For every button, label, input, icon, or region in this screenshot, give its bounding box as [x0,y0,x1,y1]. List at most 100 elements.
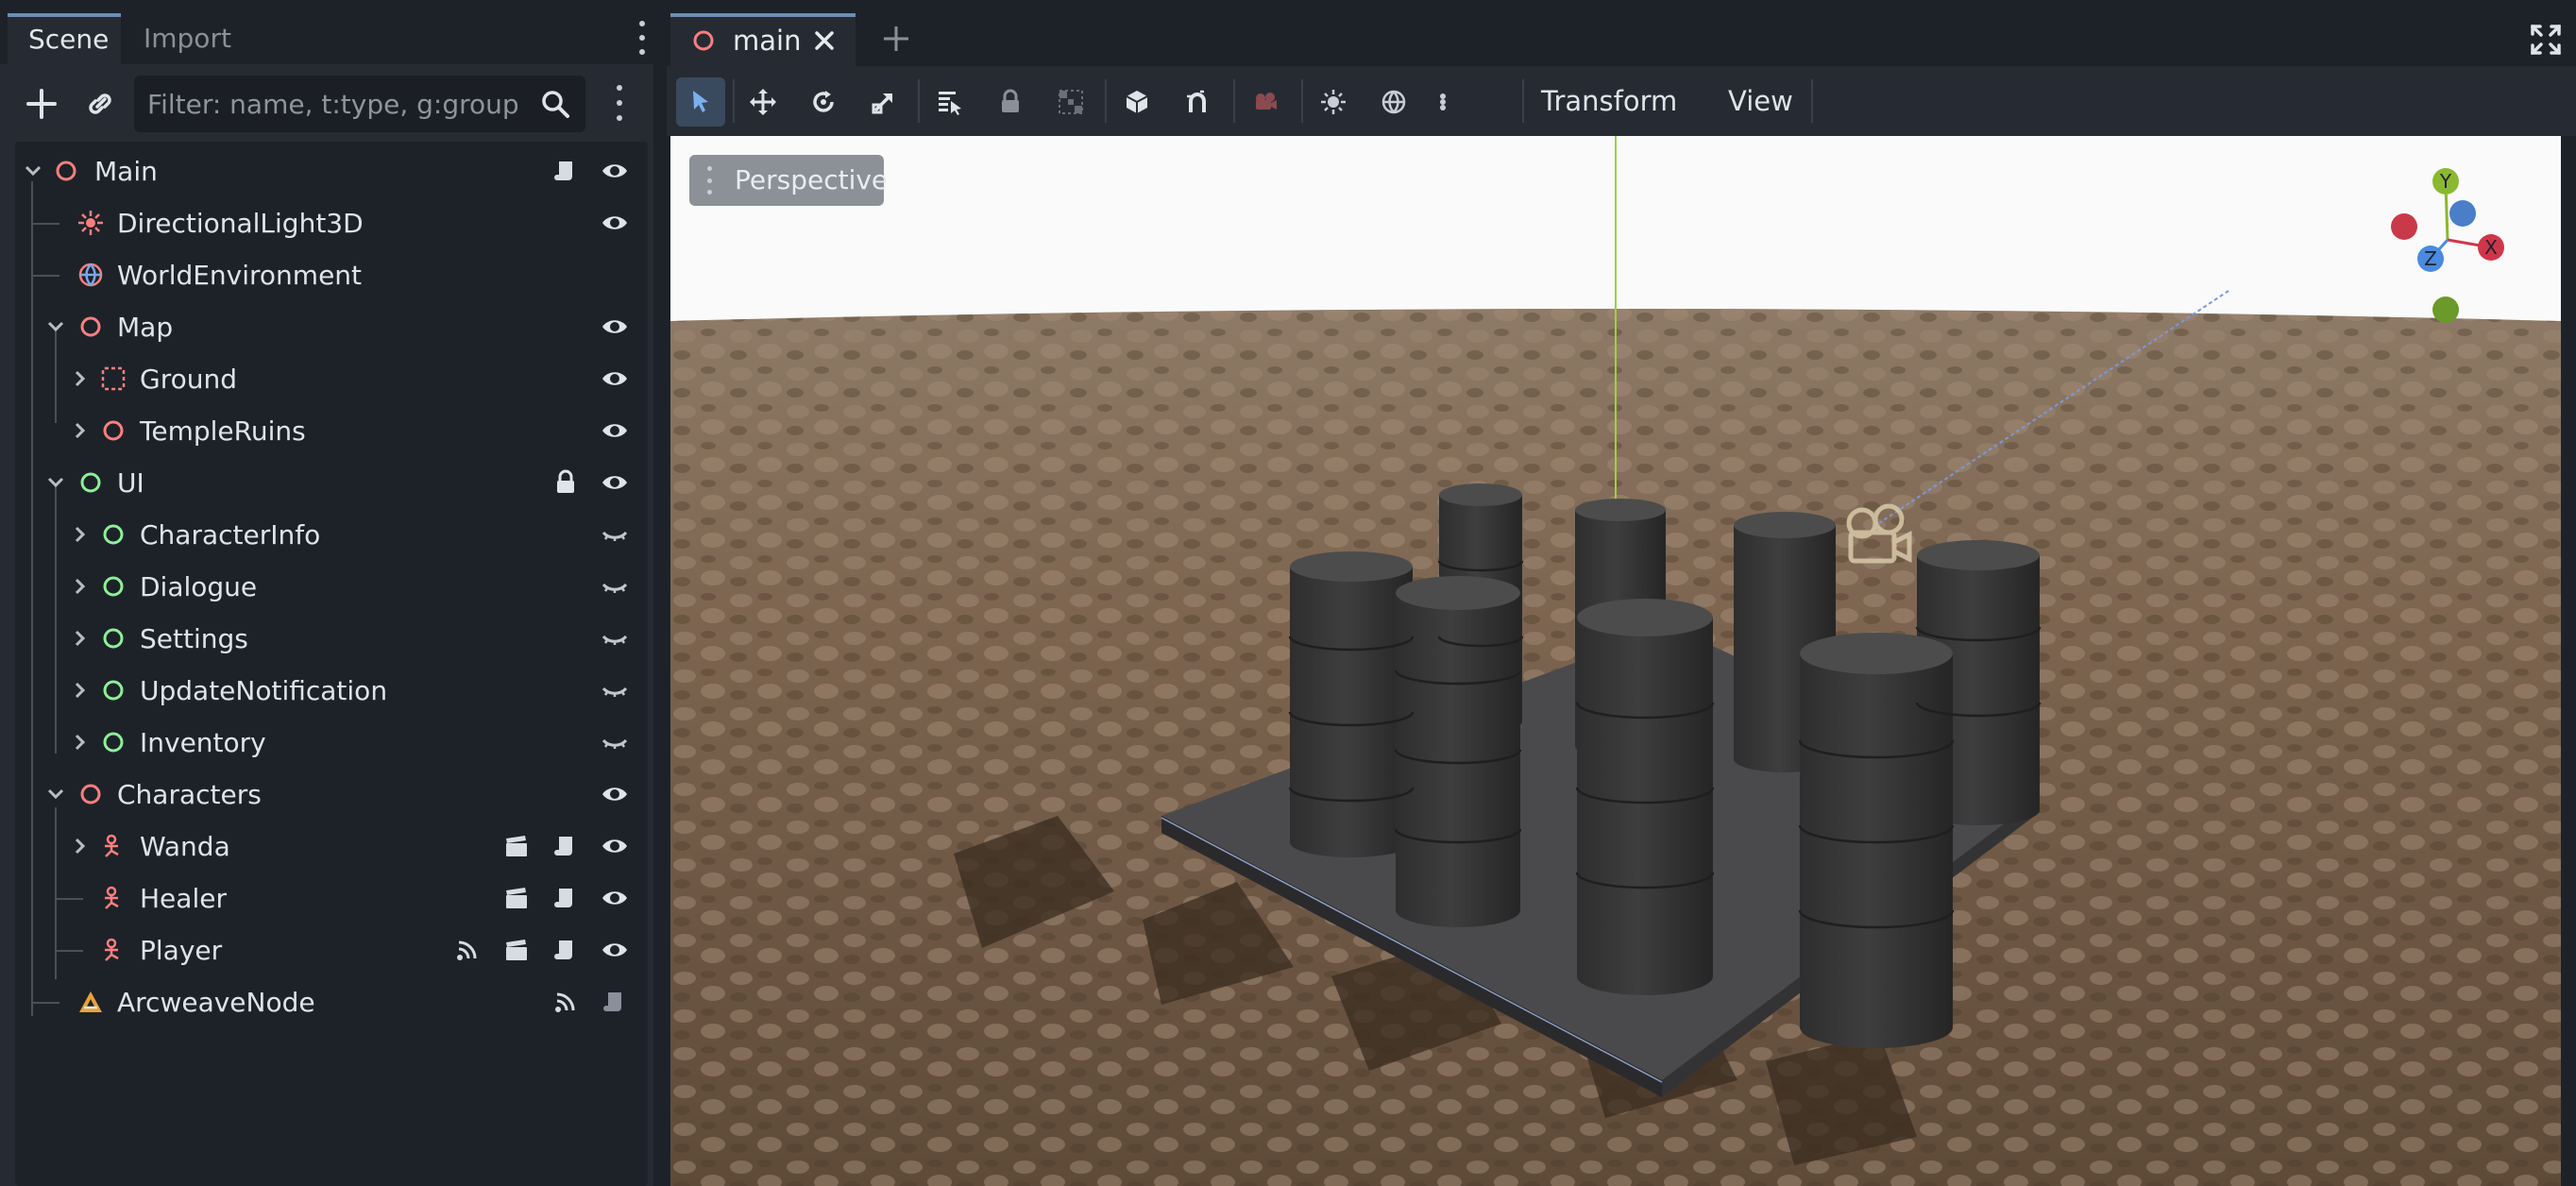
scene-tab-label: main [733,25,802,57]
dock-tabbar: Scene Import [0,0,653,64]
tree-label: Player [140,935,223,966]
visibility-eye-icon[interactable] [601,780,629,808]
visibility-eye-icon[interactable] [601,209,629,237]
clapperboard-icon[interactable] [502,936,531,964]
snap-magnet-icon[interactable] [1173,77,1222,127]
select-tool-icon[interactable] [676,77,725,127]
script-icon[interactable] [551,832,580,860]
tree-row-ui[interactable]: UI [15,457,648,509]
rotate-tool-icon[interactable] [799,77,848,127]
separator [1233,79,1235,123]
script-icon[interactable] [551,884,580,912]
add-node-icon[interactable] [21,83,62,125]
visibility-eye-icon[interactable] [601,468,629,497]
axis-gizmo-y[interactable]: Y [2432,168,2459,195]
expand-arrow-icon[interactable] [68,626,93,651]
tree-row-map[interactable]: Map [15,301,648,353]
tree-row-templeruins[interactable]: TempleRuins [15,405,648,457]
group-selected-icon[interactable] [1046,77,1095,127]
scene-tab-main[interactable]: main [670,13,856,66]
tab-scene[interactable]: Scene [8,13,121,64]
visibility-eye-icon[interactable] [601,364,629,393]
signal-connections-icon[interactable] [453,936,482,964]
dock-options-icon[interactable] [610,85,629,121]
3d-viewport[interactable]: Y X Z Perspective [670,136,2561,1186]
preview-sun-icon[interactable] [1309,77,1358,127]
tree-label: Dialogue [140,571,258,602]
expand-arrow-icon[interactable] [68,678,93,703]
tree-row-player[interactable]: Player [15,924,648,976]
tree-row-directionallight3d[interactable]: DirectionalLight3D [15,197,648,249]
clapperboard-icon[interactable] [502,832,531,860]
expand-arrow-icon[interactable] [68,574,93,599]
close-tab-icon[interactable] [812,28,837,53]
tree-row-inventory[interactable]: Inventory [15,717,648,769]
hidden-eye-icon[interactable] [601,624,629,652]
distraction-free-icon[interactable] [2529,23,2563,57]
script-icon[interactable] [601,988,629,1016]
view-menu[interactable]: View [1728,66,1793,136]
tree-row-wanda[interactable]: Wanda [15,821,648,873]
collapse-arrow-icon[interactable] [21,159,45,183]
expand-arrow-icon[interactable] [68,522,93,547]
hidden-eye-icon[interactable] [601,572,629,601]
tree-row-healer[interactable]: Healer [15,873,648,924]
local-space-cube-icon[interactable] [1112,77,1161,127]
axis-gizmo-z[interactable]: Z [2417,246,2444,272]
tree-row-characters[interactable]: Characters [15,769,648,821]
arcweave-icon [77,989,104,1015]
tree-row-ground[interactable]: Ground [15,353,648,405]
script-icon[interactable] [551,157,580,185]
collapse-arrow-icon[interactable] [43,314,68,339]
collapse-arrow-icon[interactable] [43,782,68,806]
dock-splitter[interactable] [653,0,667,1186]
script-icon[interactable] [551,936,580,964]
tab-import[interactable]: Import [123,13,246,64]
tree-branch [31,223,59,225]
hidden-eye-icon[interactable] [601,520,629,549]
visibility-eye-icon[interactable] [601,884,629,912]
environment-options-icon[interactable] [1418,77,1467,127]
collapse-arrow-icon[interactable] [43,470,68,495]
filter-input[interactable] [134,76,531,132]
hidden-eye-icon[interactable] [601,728,629,756]
expand-arrow-icon[interactable] [68,730,93,754]
expand-arrow-icon[interactable] [68,418,93,443]
clapperboard-icon[interactable] [502,884,531,912]
perspective-menu-button[interactable]: Perspective [689,155,888,206]
hidden-eye-icon[interactable] [601,676,629,704]
preview-camera-icon[interactable] [1241,77,1290,127]
move-tool-icon[interactable] [738,77,788,127]
tree-row-dialogue[interactable]: Dialogue [15,561,648,613]
expand-arrow-icon[interactable] [68,834,93,858]
tree-row-main[interactable]: Main [15,145,648,197]
selectable-list-icon[interactable] [925,77,974,127]
scale-tool-icon[interactable] [859,77,908,127]
visibility-eye-icon[interactable] [601,313,629,341]
viewport-menu-icon [704,166,714,195]
preview-environment-icon[interactable] [1369,77,1418,127]
search-icon[interactable] [536,85,574,123]
tree-branch [55,950,83,952]
add-scene-tab-icon[interactable] [880,23,912,55]
visibility-eye-icon[interactable] [601,936,629,964]
expand-arrow-icon[interactable] [68,366,93,391]
instance-scene-link-icon[interactable] [79,83,121,125]
lock-icon[interactable] [551,468,580,497]
tree-label: TempleRuins [140,415,306,447]
tree-row-characterinfo[interactable]: CharacterInfo [15,509,648,561]
visibility-eye-icon[interactable] [601,157,629,185]
dock-menu-icon[interactable] [633,21,652,55]
tree-label: ArcweaveNode [117,987,315,1018]
signal-connections-icon[interactable] [551,988,580,1016]
tree-row-worldenvironment[interactable]: WorldEnvironment [15,249,648,301]
control-icon [100,677,127,703]
tree-row-arcweavenode[interactable]: ArcweaveNode [15,976,648,1028]
tree-row-updatenotification[interactable]: UpdateNotification [15,665,648,717]
tree-row-settings[interactable]: Settings [15,613,648,665]
visibility-eye-icon[interactable] [601,832,629,860]
lock-selected-icon[interactable] [986,77,1035,127]
visibility-eye-icon[interactable] [601,416,629,445]
transform-menu[interactable]: Transform [1541,66,1677,136]
axis-gizmo-x[interactable]: X [2478,234,2504,261]
